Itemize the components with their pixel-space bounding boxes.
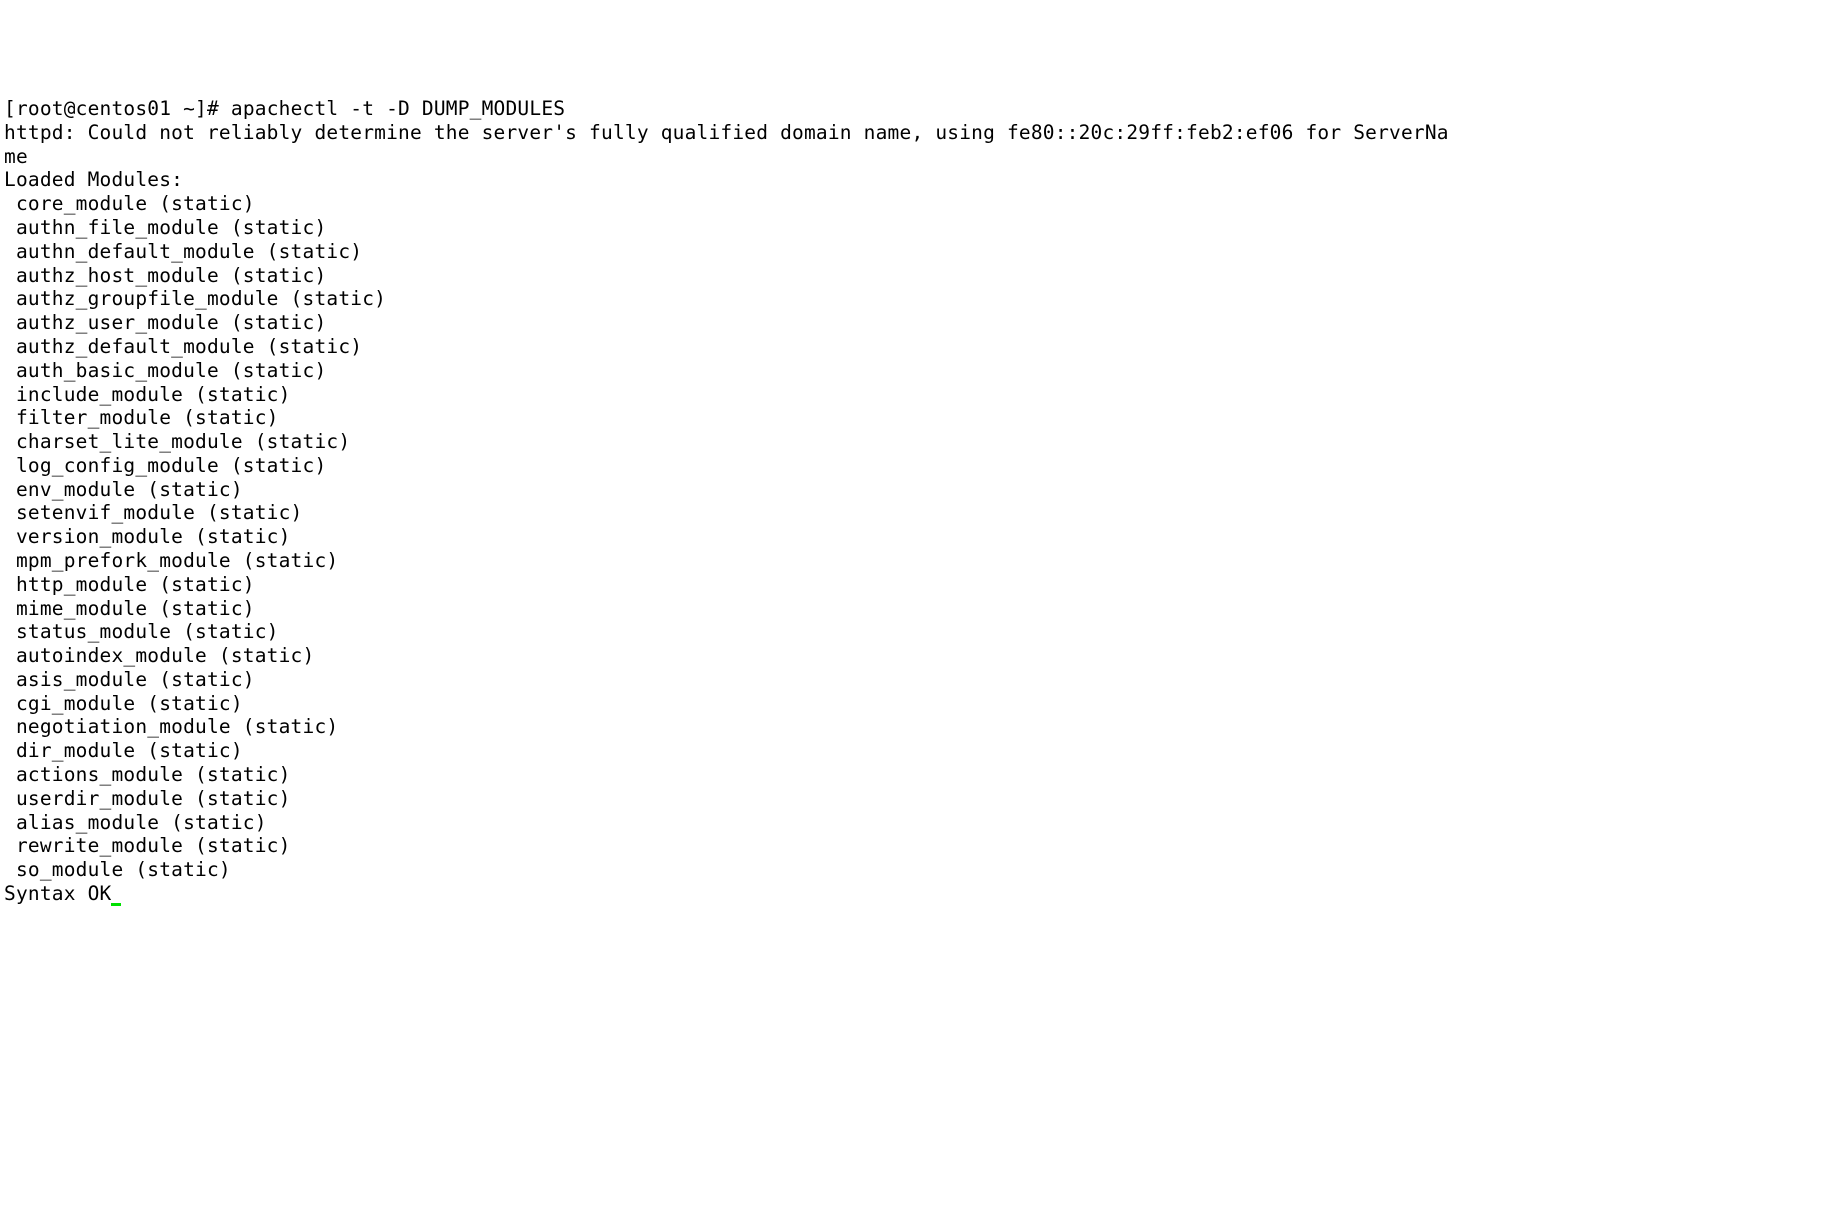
cursor-icon [111, 903, 121, 906]
warning-line-1: httpd: Could not reliably determine the … [4, 121, 1449, 144]
command-text: apachectl -t -D DUMP_MODULES [231, 97, 565, 120]
syntax-ok: Syntax OK [4, 882, 111, 905]
loaded-modules-header: Loaded Modules: [4, 168, 183, 191]
warning-line-2: me [4, 145, 28, 168]
terminal[interactable]: [root@centos01 ~]# apachectl -t -D DUMP_… [4, 97, 1842, 1087]
shell-prompt: [root@centos01 ~]# [4, 97, 231, 120]
modules-list: core_module (static) authn_file_module (… [4, 192, 1842, 882]
